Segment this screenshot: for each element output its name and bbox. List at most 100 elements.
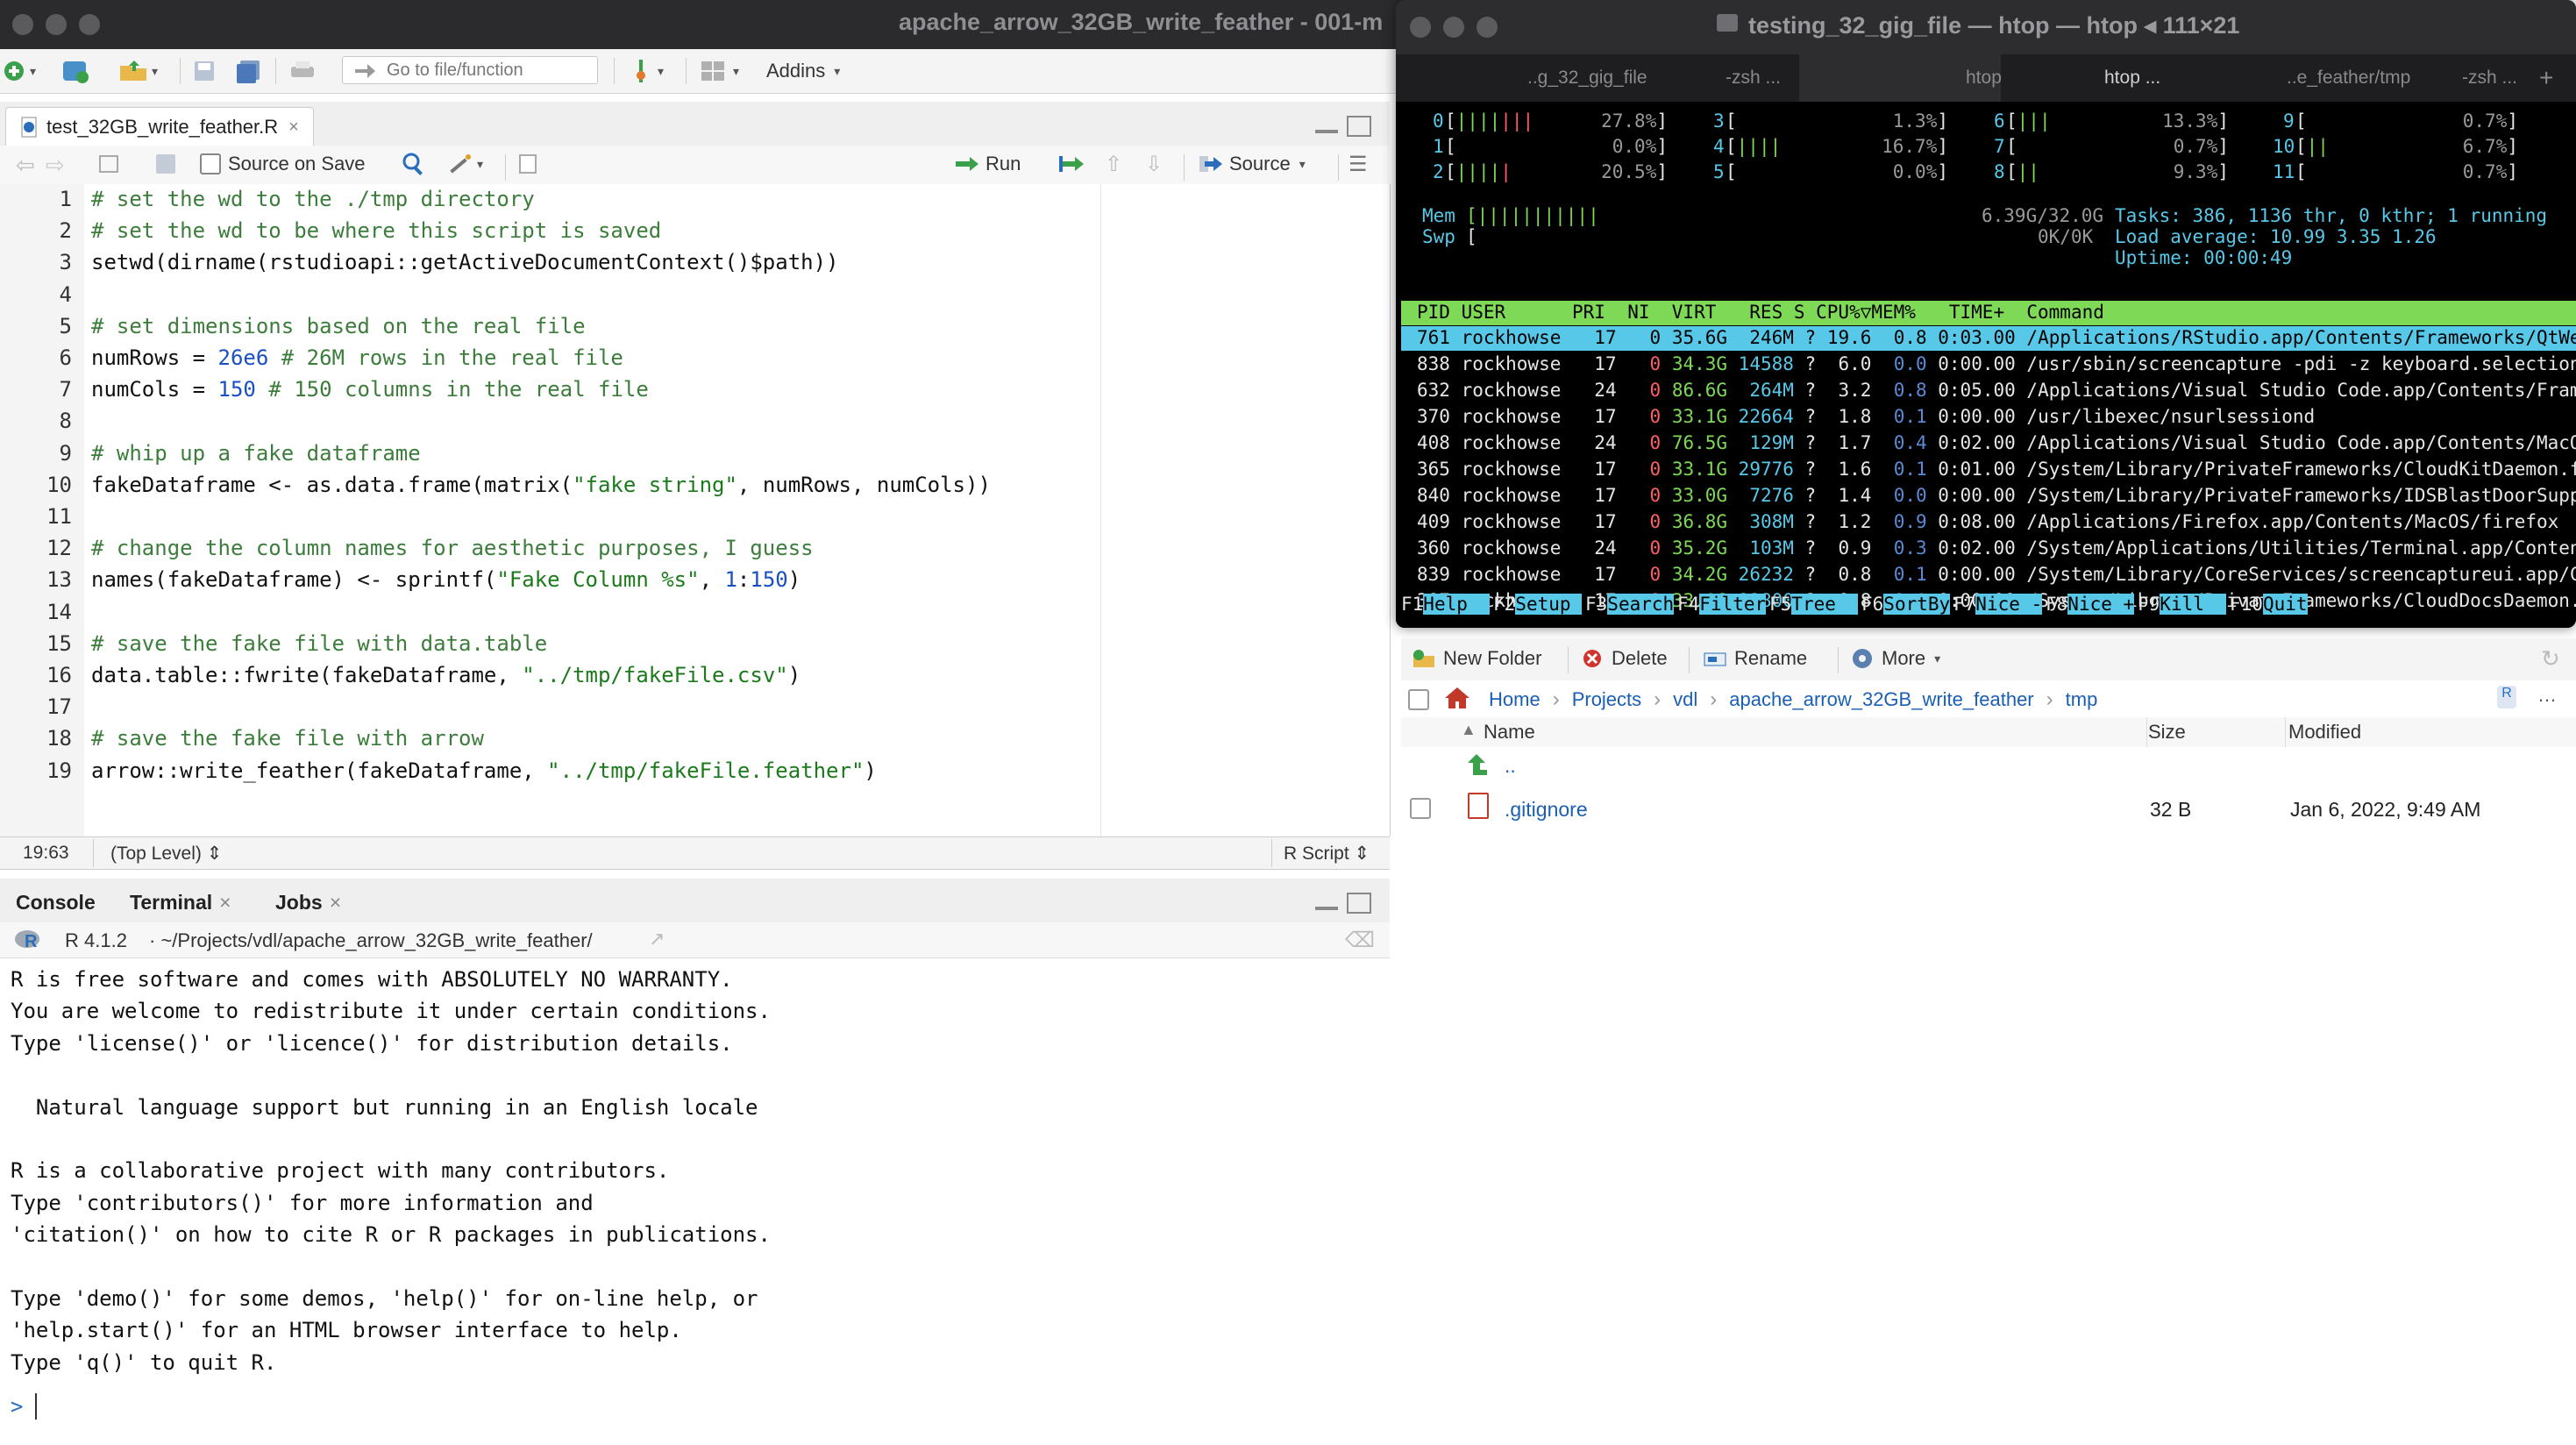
breadcrumb-link[interactable]: tmp <box>2066 688 2098 711</box>
open-file-button[interactable]: ▾ <box>118 56 158 86</box>
parent-directory-link[interactable]: .. <box>1505 754 1516 778</box>
new-tab-button[interactable]: + <box>2539 54 2553 102</box>
process-row[interactable]: 840 rockhowse 17 0 33.0G 7276 ? 1.4 0.0 … <box>1417 485 2576 506</box>
more-menu[interactable]: More ▾ <box>1850 644 1940 673</box>
process-row[interactable]: 408 rockhowse 24 0 76.5G 129M ? 1.7 0.4 … <box>1417 432 2576 453</box>
find-replace-button[interactable] <box>402 149 426 179</box>
checkbox[interactable] <box>200 153 221 174</box>
new-file-button[interactable]: ▾ <box>2 56 36 86</box>
process-row[interactable]: 839 rockhowse 17 0 34.2G 26232 ? 0.8 0.1… <box>1417 564 2576 585</box>
process-row[interactable]: 632 rockhowse 24 0 86.6G 264M ? 3.2 0.8 … <box>1417 380 2576 401</box>
source-on-save-checkbox[interactable]: Source on Save <box>200 149 366 179</box>
code-tools-button[interactable]: ▾ <box>445 149 483 179</box>
close-tab-icon[interactable]: × <box>219 891 231 915</box>
close-tab-icon[interactable]: × <box>330 891 341 915</box>
file-row[interactable]: .gitignore 32 B Jan 6, 2022, 9:49 AM <box>1401 787 2576 828</box>
broom-icon[interactable]: ⌫ <box>1345 928 1375 953</box>
breadcrumb-link[interactable]: Home <box>1489 688 1541 711</box>
column-header-name[interactable]: Name <box>1484 721 1535 744</box>
function-key[interactable]: F1Help <box>1401 594 1491 615</box>
process-table-header[interactable]: PID USER PRI NI VIRT RES S CPU%▽MEM% TIM… <box>1401 301 2576 325</box>
refresh-button[interactable]: ↻ <box>2541 644 2560 673</box>
file-name-link[interactable]: .gitignore <box>1505 798 1588 822</box>
run-button[interactable]: Run <box>954 149 1021 179</box>
process-row[interactable]: 761 rockhowse 17 0 35.6G 246M ? 19.6 0.8… <box>1417 327 2576 348</box>
file-checkbox[interactable] <box>1410 798 1431 819</box>
function-key[interactable]: F8Nice + <box>2046 594 2135 615</box>
breadcrumb-link[interactable]: Projects <box>1572 688 1641 711</box>
minimize-window-button[interactable] <box>46 14 67 35</box>
close-window-button[interactable] <box>1410 17 1431 38</box>
breadcrumb-link[interactable]: apache_arrow_32GB_write_feather <box>1729 688 2033 711</box>
tab-console[interactable]: Console <box>16 886 96 919</box>
tab-terminal[interactable]: Terminal × <box>130 886 231 919</box>
addins-menu[interactable]: Addins ▾ <box>766 56 840 86</box>
document-outline-button[interactable]: ☰ <box>1348 149 1368 179</box>
more-options-icon[interactable]: … <box>2537 684 2557 707</box>
pane-layout-button[interactable]: ▾ <box>700 56 739 86</box>
process-row[interactable]: 360 rockhowse 24 0 35.2G 103M ? 0.9 0.3 … <box>1417 537 2576 559</box>
minimize-pane-button[interactable] <box>1315 894 1338 910</box>
minimize-window-button[interactable] <box>1443 17 1464 38</box>
rename-button[interactable]: Rename <box>1703 644 1807 673</box>
parent-directory-row[interactable]: .. <box>1401 747 2576 787</box>
select-all-checkbox[interactable] <box>1408 689 1429 710</box>
terminal-tab-selected[interactable]: htop ... <box>2104 54 2160 102</box>
function-key[interactable]: F3Search <box>1585 594 1675 615</box>
close-tab-icon[interactable]: × <box>288 117 299 138</box>
maximize-pane-button[interactable] <box>1347 116 1371 137</box>
function-key[interactable]: F7Nice - <box>1953 594 2043 615</box>
goto-file-input[interactable]: Go to file/function <box>342 56 598 84</box>
function-key[interactable]: F10Quit <box>2230 594 2308 615</box>
terminal-tab[interactable]: htop <box>1966 54 2002 102</box>
console-output[interactable]: R is free software and comes with ABSOLU… <box>0 958 1390 1445</box>
go-to-previous-section-button[interactable]: ⇧ <box>1105 149 1122 179</box>
process-row[interactable]: 365 rockhowse 17 0 33.1G 29776 ? 1.6 0.1… <box>1417 459 2576 480</box>
editor-tab[interactable]: test_32GB_write_feather.R × <box>5 107 314 146</box>
minimize-pane-button[interactable] <box>1315 117 1338 133</box>
back-button[interactable]: ⇦ <box>16 150 35 180</box>
column-header-modified[interactable]: Modified <box>2288 721 2361 744</box>
print-button[interactable] <box>289 56 316 86</box>
goto-directory-icon[interactable]: ↗ <box>649 928 665 950</box>
function-key[interactable]: F2Setup <box>1493 594 1583 615</box>
compile-report-button[interactable] <box>517 149 538 179</box>
zoom-window-button[interactable] <box>1477 17 1498 38</box>
rstudio-titlebar: apache_arrow_32GB_write_feather - 001-m <box>0 0 1403 49</box>
scope-selector[interactable]: (Top Level) ⇕ <box>110 843 222 865</box>
function-key[interactable]: F4Filter <box>1677 594 1767 615</box>
breadcrumb-link[interactable]: vdl <box>1673 688 1697 711</box>
zoom-window-button[interactable] <box>79 14 100 35</box>
delete-button[interactable]: Delete <box>1582 644 1668 673</box>
terminal-tab[interactable]: ..g_32_gig_file <box>1527 54 1647 102</box>
process-row[interactable]: 370 rockhowse 17 0 33.1G 22664 ? 1.8 0.1… <box>1417 406 2315 427</box>
process-row[interactable]: 409 rockhowse 17 0 36.8G 308M ? 1.2 0.9 … <box>1417 511 2558 532</box>
source-button[interactable]: Source ▾ <box>1198 149 1306 179</box>
new-project-button[interactable] <box>60 56 91 86</box>
function-key[interactable]: F6SortBy <box>1861 594 1951 615</box>
vcs-button[interactable]: ▾ <box>630 56 664 86</box>
process-row[interactable]: 838 rockhowse 17 0 34.3G 14588 ? 6.0 0.0… <box>1417 353 2576 374</box>
function-key[interactable]: F5Tree <box>1769 594 1859 615</box>
new-folder-button[interactable]: New Folder <box>1412 644 1541 673</box>
terminal-tab[interactable]: -zsh ... <box>2462 54 2517 102</box>
forward-button[interactable]: ⇨ <box>46 150 65 180</box>
save-file-button[interactable] <box>154 149 177 179</box>
rerun-button[interactable] <box>1057 149 1087 179</box>
save-button[interactable] <box>193 56 216 86</box>
code-editor[interactable]: 1 2 3 4 5 6 7 8 9 10 11 12 13 14 15 16 17 18 19 # set the … <box>0 184 1391 836</box>
terminal-window[interactable]: testing_32_gig_file — htop — htop ◂ 111×… <box>1396 0 2576 628</box>
file-type-selector[interactable]: R Script ⇕ <box>1284 843 1370 865</box>
tab-jobs[interactable]: Jobs × <box>275 886 341 919</box>
r-project-icon[interactable]: R <box>2497 686 2516 708</box>
show-in-window-button[interactable] <box>96 149 121 179</box>
go-to-next-section-button[interactable]: ⇩ <box>1145 149 1163 179</box>
maximize-pane-button[interactable] <box>1347 893 1371 914</box>
terminal-tab[interactable]: ..e_feather/tmp <box>2287 54 2410 102</box>
function-key[interactable]: F9Kill <box>2138 594 2227 615</box>
column-header-size[interactable]: Size <box>2148 721 2186 744</box>
save-all-button[interactable] <box>235 56 261 86</box>
close-window-button[interactable] <box>12 14 33 35</box>
working-directory[interactable]: · ~/Projects/vdl/apache_arrow_32GB_write… <box>149 929 593 952</box>
terminal-tab[interactable]: -zsh ... <box>1726 54 1781 102</box>
